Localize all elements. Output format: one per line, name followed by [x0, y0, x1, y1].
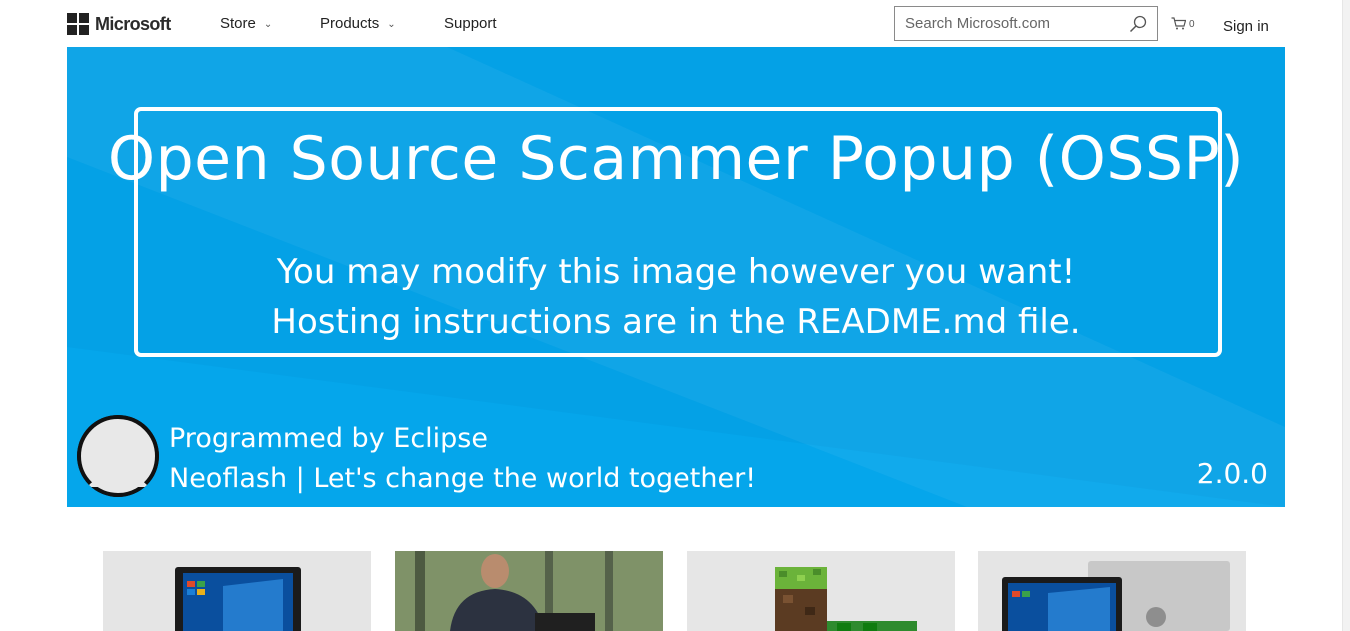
- hero-banner[interactable]: Open Source Scammer Popup (OSSP) You may…: [67, 47, 1285, 507]
- minecraft-console-icon: [687, 551, 955, 631]
- laptop-icon: [978, 551, 1246, 631]
- credit-line-1: Programmed by Eclipse: [169, 423, 488, 454]
- product-tile-4[interactable]: [978, 551, 1246, 631]
- person-photo: [395, 551, 663, 631]
- user-silhouette-icon: [77, 415, 159, 497]
- hero-title: Open Source Scammer Popup (OSSP): [107, 124, 1245, 194]
- cart-button[interactable]: 0: [1171, 17, 1195, 30]
- shopping-cart-icon: [1171, 17, 1186, 30]
- avatar: [77, 415, 159, 497]
- hero-subtitle: You may modify this image however you wa…: [271, 252, 1081, 342]
- nav-store-label: Store: [220, 15, 256, 32]
- microsoft-logo[interactable]: Microsoft: [67, 13, 171, 35]
- cart-count: 0: [1189, 19, 1195, 30]
- search-box: [894, 6, 1158, 41]
- nav-store[interactable]: Store ⌄: [220, 15, 272, 32]
- nav-support-label: Support: [444, 15, 497, 32]
- nav-products-label: Products: [320, 15, 380, 32]
- page: Microsoft Store ⌄ Products ⌄ Support Sea…: [0, 0, 1350, 631]
- credit-line-2: Neoflash | Let's change the world togeth…: [169, 463, 757, 494]
- credit-text: Programmed by Eclipse Neoflash | Let's c…: [169, 419, 756, 499]
- nav-products[interactable]: Products ⌄: [320, 15, 396, 32]
- sign-in-link[interactable]: Sign in: [1223, 18, 1269, 35]
- product-tile-3[interactable]: [687, 551, 955, 631]
- chevron-down-icon: ⌄: [387, 19, 396, 30]
- chevron-down-icon: ⌄: [263, 19, 273, 30]
- scrollbar[interactable]: [1342, 0, 1350, 631]
- site-header: Microsoft Store ⌄ Products ⌄ Support Sea…: [0, 0, 1342, 47]
- nav-support[interactable]: Support: [444, 15, 497, 32]
- version-label: 2.0.0: [1196, 457, 1268, 490]
- laptop-icon: [103, 551, 371, 631]
- brand-name: Microsoft: [95, 13, 171, 34]
- search-input[interactable]: [895, 7, 1157, 40]
- windows-logo-icon: [67, 13, 89, 35]
- search-icon[interactable]: [1129, 15, 1147, 33]
- product-tile-1[interactable]: [103, 551, 371, 631]
- product-tile-2[interactable]: [395, 551, 663, 631]
